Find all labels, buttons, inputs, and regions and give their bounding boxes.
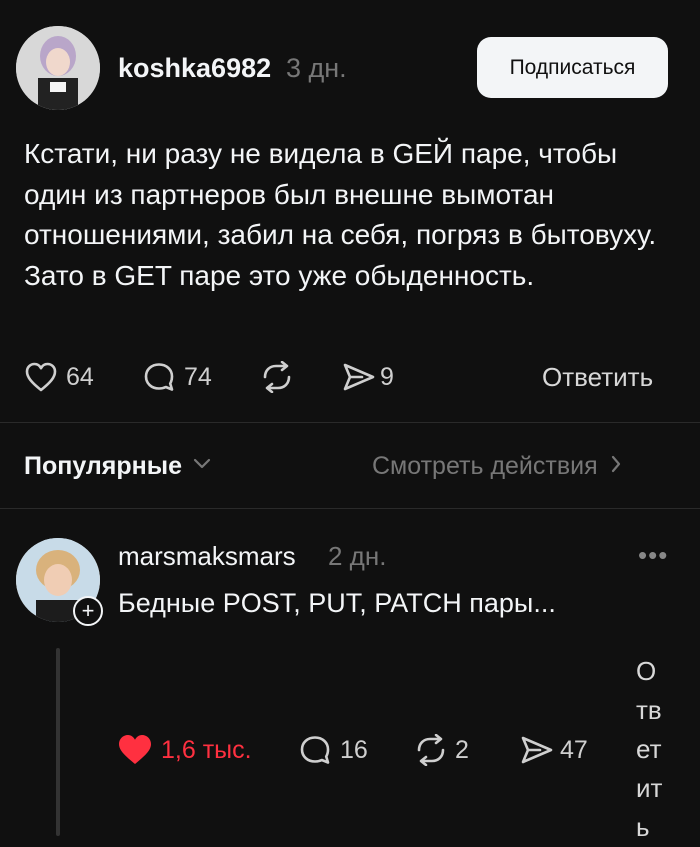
- send-icon: [520, 734, 554, 766]
- repost-action[interactable]: [259, 360, 295, 394]
- reply-like-action[interactable]: 1,6 тыс.: [117, 732, 252, 768]
- reply-time: 2 дн.: [328, 541, 387, 571]
- reply-repost-count: 2: [455, 735, 469, 764]
- comment-icon: [142, 361, 176, 393]
- sort-label: Популярные: [24, 452, 183, 480]
- reply-label-line: ит: [636, 773, 663, 803]
- sort-dropdown[interactable]: Популярные: [24, 452, 212, 481]
- reply-button[interactable]: Ответить: [542, 362, 653, 393]
- comment-action[interactable]: 74: [142, 360, 212, 394]
- share-action[interactable]: 9: [342, 360, 394, 394]
- send-icon: [342, 361, 376, 393]
- thread-line: [56, 648, 60, 836]
- follow-plus-icon[interactable]: +: [73, 596, 103, 626]
- reply-like-count: 1,6 тыс.: [161, 735, 252, 764]
- reply-label-line: тв: [636, 695, 662, 725]
- repost-icon: [413, 734, 449, 766]
- post-text: Кстати, ни разу не видела в GEЙ паре, чт…: [24, 138, 657, 291]
- view-activity-link[interactable]: Смотреть действия: [372, 452, 622, 481]
- follow-button[interactable]: Подписаться: [477, 37, 668, 98]
- repost-icon: [259, 361, 295, 393]
- post-time: 3 дн.: [286, 53, 347, 83]
- reply-label-line: О: [636, 656, 657, 686]
- reply-username[interactable]: marsmaksmars: [118, 541, 296, 572]
- reply-reply-button[interactable]: О тв ет ит ь: [636, 652, 686, 847]
- view-activity-label: Смотреть действия: [372, 452, 598, 480]
- author-avatar[interactable]: [16, 26, 100, 110]
- reply-share-action[interactable]: 47: [520, 732, 588, 768]
- reply-comment-action[interactable]: 16: [298, 732, 368, 768]
- like-action[interactable]: 64: [24, 360, 94, 394]
- reply-text: Бедные POST, PUT, PATCH пары...: [118, 588, 556, 618]
- chevron-down-icon: [192, 457, 212, 476]
- reply-repost-action[interactable]: 2: [413, 732, 469, 768]
- heart-filled-icon: [117, 733, 153, 767]
- comment-icon: [298, 734, 332, 766]
- avatar-image: [16, 26, 100, 110]
- reply-label-line: ь: [636, 812, 650, 842]
- heart-icon: [24, 361, 58, 393]
- like-count: 64: [66, 362, 94, 391]
- divider: [0, 508, 700, 509]
- comment-count: 74: [184, 362, 212, 391]
- share-count: 9: [380, 362, 394, 391]
- reply-comment-count: 16: [340, 735, 368, 764]
- chevron-right-icon: [610, 454, 622, 479]
- divider: [0, 422, 700, 423]
- post-username[interactable]: koshka6982: [118, 53, 271, 84]
- more-options-icon[interactable]: •••: [638, 540, 668, 571]
- reply-share-count: 47: [560, 735, 588, 764]
- reply-label-line: ет: [636, 734, 662, 764]
